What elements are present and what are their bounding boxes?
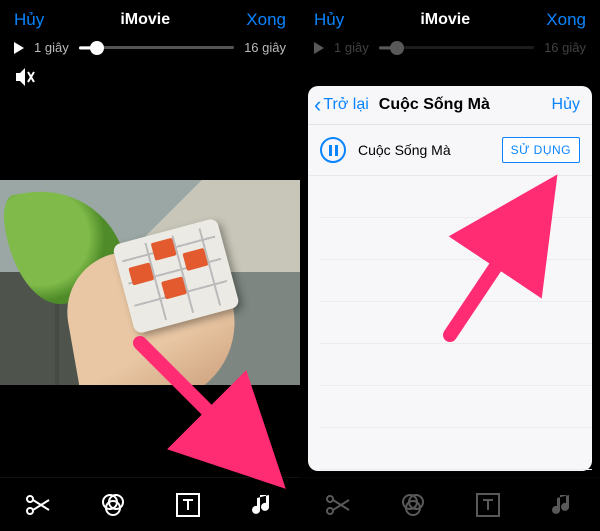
- topbar: Hủy iMovie Xong: [300, 0, 600, 38]
- back-label: Trở lại: [323, 96, 368, 114]
- song-name: Cuộc Sống Mà: [358, 142, 451, 158]
- screen-left: Hủy iMovie Xong 1 giây 16 giây: [0, 0, 300, 531]
- song-row[interactable]: Cuộc Sống Mà SỬ DỤNG: [308, 125, 592, 176]
- play-icon: [314, 42, 324, 54]
- timeline-bar: 1 giây 16 giây: [0, 38, 300, 67]
- audio-picker-sheet: ‹ Trở lại Cuộc Sống Mà Hủy Cuộc Sống Mà …: [308, 86, 592, 471]
- app-title: iMovie: [420, 11, 470, 29]
- cancel-button[interactable]: Hủy: [314, 10, 344, 30]
- total-time: 16 giây: [544, 40, 586, 55]
- current-time: 1 giây: [334, 40, 369, 55]
- screen-right: Hủy iMovie Xong 1 giây 16 giây: [300, 0, 600, 531]
- current-time: 1 giây: [34, 40, 69, 55]
- use-button[interactable]: SỬ DỤNG: [502, 137, 580, 163]
- text-icon: [471, 488, 505, 522]
- timeline-bar: 1 giây 16 giây: [300, 38, 600, 67]
- text-icon[interactable]: [171, 488, 205, 522]
- toolbar: [0, 477, 300, 531]
- scissors-icon: [321, 488, 355, 522]
- filters-icon[interactable]: [96, 488, 130, 522]
- time-slider: [379, 41, 534, 55]
- music-icon[interactable]: [246, 488, 280, 522]
- preview-frame: [0, 180, 300, 385]
- topbar: Hủy iMovie Xong: [0, 0, 300, 38]
- music-icon: [546, 488, 580, 522]
- sheet-cancel-button[interactable]: Hủy: [552, 96, 580, 114]
- sheet-title: Cuộc Sống Mà: [379, 96, 552, 114]
- sheet-header: ‹ Trở lại Cuộc Sống Mà Hủy: [308, 86, 592, 125]
- play-icon[interactable]: [14, 42, 24, 54]
- app-title: iMovie: [120, 11, 170, 29]
- cancel-button[interactable]: Hủy: [14, 10, 44, 30]
- video-preview[interactable]: [0, 87, 300, 477]
- done-button[interactable]: Xong: [546, 10, 586, 30]
- time-slider[interactable]: [79, 41, 234, 55]
- toolbar: [300, 477, 600, 531]
- scissors-icon[interactable]: [21, 488, 55, 522]
- back-button[interactable]: ‹ Trở lại: [314, 96, 369, 114]
- empty-rows: [308, 176, 592, 471]
- pause-icon[interactable]: [320, 137, 346, 163]
- mute-icon[interactable]: [0, 67, 300, 87]
- done-button[interactable]: Xong: [246, 10, 286, 30]
- total-time: 16 giây: [244, 40, 286, 55]
- filters-icon: [396, 488, 430, 522]
